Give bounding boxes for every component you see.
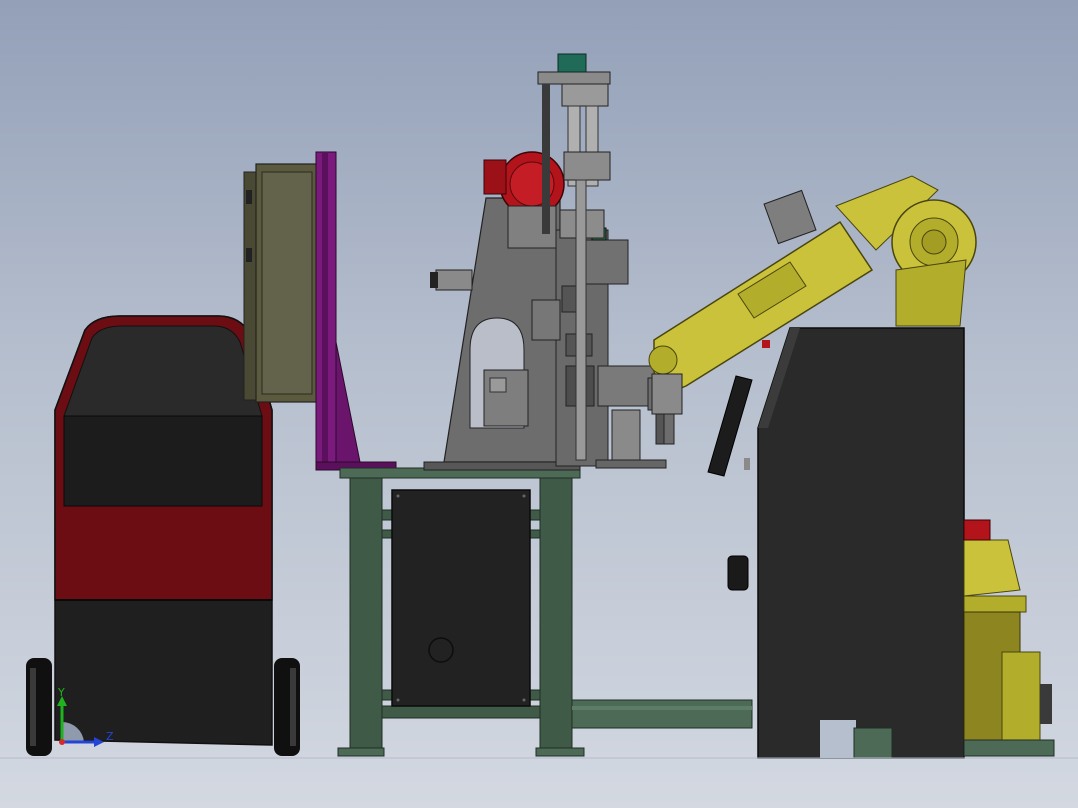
base-rail bbox=[571, 699, 753, 729]
cart-wheel-right bbox=[274, 658, 300, 756]
y-axis-label: Y bbox=[57, 686, 65, 699]
assembly-scene[interactable] bbox=[0, 0, 1078, 808]
coordinate-triad: Y Z bbox=[57, 686, 114, 747]
olive-electrical-panel[interactable] bbox=[243, 163, 319, 403]
cad-viewport[interactable]: Y Z bbox=[0, 0, 1078, 808]
red-cart[interactable] bbox=[54, 315, 273, 746]
purple-safety-guard[interactable] bbox=[315, 151, 397, 471]
z-axis-label: Z bbox=[106, 730, 114, 743]
frame-cabinet-door[interactable] bbox=[391, 489, 531, 707]
robot-base[interactable] bbox=[963, 519, 1055, 757]
robot-controller-cabinet[interactable] bbox=[727, 327, 965, 759]
